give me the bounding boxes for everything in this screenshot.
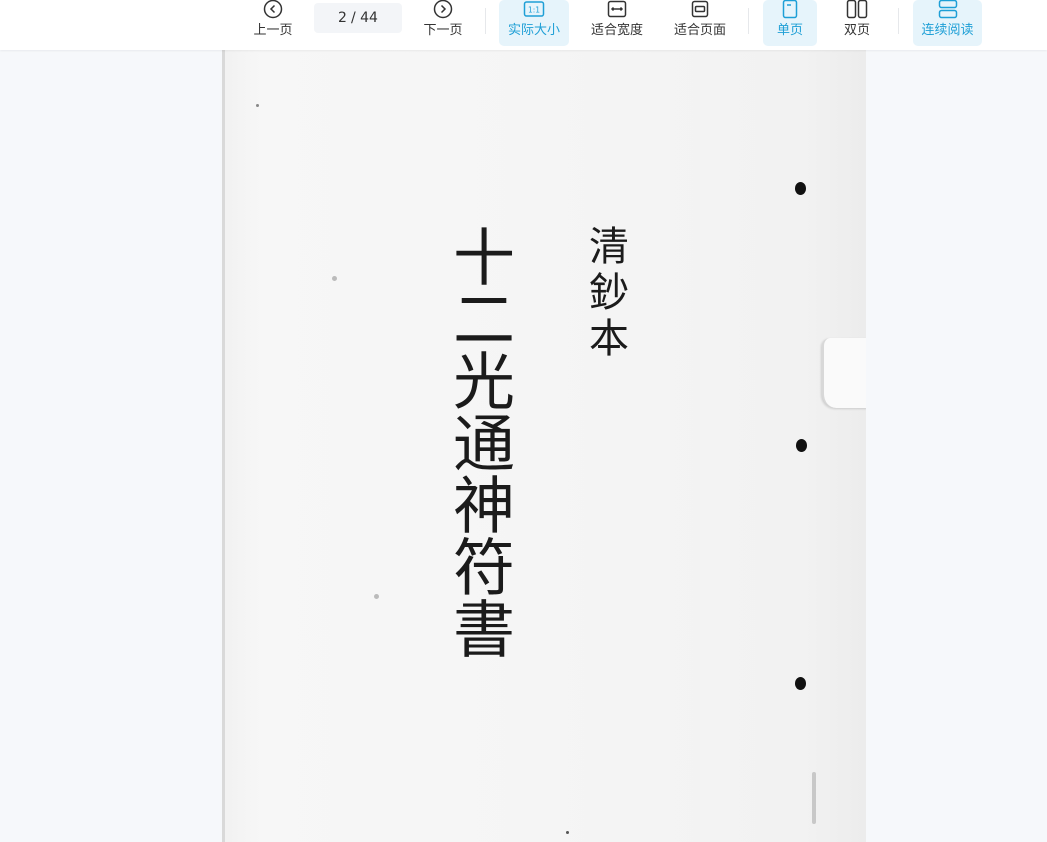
- page-edge-shadow: [222, 50, 225, 842]
- single-page-button[interactable]: 单页: [763, 0, 817, 46]
- fit-page-label: 适合页面: [673, 23, 726, 38]
- svg-text:1:1: 1:1: [528, 6, 540, 15]
- paper-speck: [374, 594, 379, 599]
- total-pages: / 44: [350, 10, 378, 26]
- binding-hole: [795, 677, 806, 690]
- double-page-button[interactable]: 双页: [832, 0, 882, 46]
- chevron-left-circle-icon: [263, 0, 283, 19]
- paper-crease: [812, 772, 816, 824]
- actual-size-label: 实际大小: [507, 23, 560, 38]
- fit-width-icon: [607, 0, 627, 19]
- actual-size-icon: 1:1: [523, 0, 545, 19]
- continuous-reading-button[interactable]: 连续阅读: [913, 0, 982, 46]
- current-page-input[interactable]: 2: [338, 10, 347, 26]
- chevron-right-circle-icon: [433, 0, 453, 19]
- single-page-icon: [782, 0, 798, 19]
- prev-page-label: 上一页: [253, 23, 293, 38]
- actual-size-button[interactable]: 1:1 实际大小: [499, 0, 569, 46]
- document-title: 十二光通神符書: [442, 225, 515, 659]
- fit-width-button[interactable]: 适合宽度: [584, 0, 650, 46]
- viewer-toolbar: 上一页 2 / 44 下一页 1:1 实际大小 适合宽度 适合页面 单页 双页 …: [0, 0, 1047, 50]
- document-page: 清鈔本 十二光通神符書: [222, 50, 866, 842]
- paper-speck: [256, 104, 259, 107]
- prev-page-button[interactable]: 上一页: [248, 0, 298, 46]
- next-page-button[interactable]: 下一页: [418, 0, 468, 46]
- page-number-box[interactable]: 2 / 44: [314, 3, 402, 33]
- next-page-label: 下一页: [423, 23, 463, 38]
- paper-tear: [822, 338, 866, 408]
- fit-page-icon: [691, 0, 709, 19]
- toolbar-divider: [485, 8, 486, 34]
- fit-page-button[interactable]: 适合页面: [667, 0, 733, 46]
- binding-hole: [796, 439, 807, 452]
- binding-hole: [795, 182, 806, 195]
- paper-speck: [332, 276, 337, 281]
- toolbar-divider: [898, 8, 899, 34]
- double-page-label: 双页: [843, 23, 870, 38]
- toolbar-divider: [748, 8, 749, 34]
- continuous-reading-label: 连续阅读: [921, 23, 974, 38]
- paper-speck: [566, 831, 569, 834]
- single-page-label: 单页: [776, 23, 803, 38]
- double-page-icon: [846, 0, 868, 19]
- fit-width-label: 适合宽度: [590, 23, 643, 38]
- continuous-scroll-icon: [938, 0, 958, 19]
- document-subtitle: 清鈔本: [582, 225, 628, 363]
